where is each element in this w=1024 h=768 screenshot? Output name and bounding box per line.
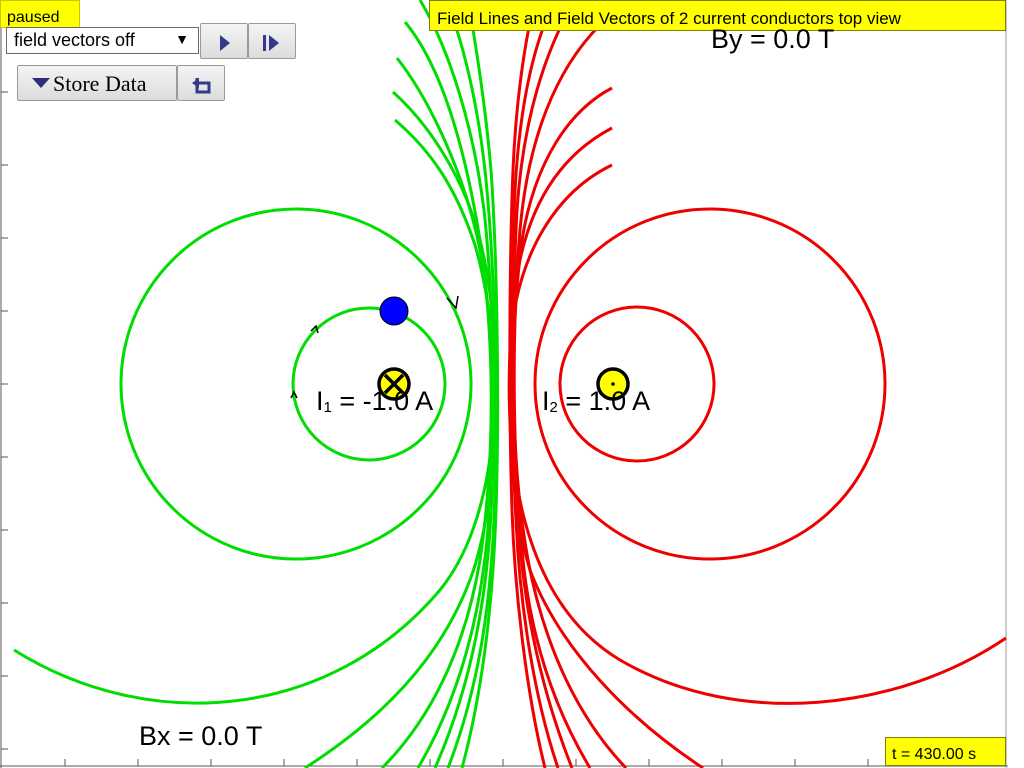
simulation-canvas[interactable] bbox=[0, 0, 1024, 768]
field-line-2a bbox=[558, 305, 716, 463]
field-line-1a bbox=[291, 306, 447, 462]
direction-arrows bbox=[290, 295, 459, 399]
field-lines-conductor-2 bbox=[507, 0, 1007, 768]
field-mode-select[interactable]: field vectors off ▼ bbox=[6, 27, 199, 54]
store-data-button[interactable]: Store Data bbox=[17, 65, 177, 101]
current-2-subscript: 2 bbox=[549, 399, 558, 416]
step-forward-button[interactable] bbox=[248, 23, 296, 59]
by-readout: By = 0.0 T bbox=[711, 24, 835, 54]
current-1-subscript: 1 bbox=[323, 399, 332, 416]
field-line-2b bbox=[533, 207, 887, 561]
undo-button[interactable] bbox=[177, 65, 225, 101]
field-line-2d bbox=[508, 126, 704, 768]
field-line-2c bbox=[507, 163, 1007, 705]
play-icon bbox=[220, 35, 230, 51]
current-1-label: I1 = -1.0 A bbox=[316, 386, 433, 417]
current-2-label: I2 = 1.0 A bbox=[542, 386, 650, 417]
field-lines-conductor-1 bbox=[13, 0, 500, 768]
field-mode-value: field vectors off bbox=[14, 30, 135, 50]
dropdown-arrow-icon: ▼ bbox=[175, 31, 189, 47]
caret-down-icon bbox=[32, 78, 50, 88]
current-1-value: = -1.0 A bbox=[331, 386, 434, 416]
field-line-1d bbox=[304, 90, 498, 768]
field-line-2e bbox=[512, 86, 628, 768]
store-data-label: Store Data bbox=[53, 71, 147, 96]
current-2-value: = 1.0 A bbox=[557, 386, 651, 416]
status-label: paused bbox=[0, 0, 80, 28]
play-button[interactable] bbox=[200, 23, 248, 59]
current-2-symbol: I bbox=[542, 386, 550, 416]
bx-readout: Bx = 0.0 T bbox=[139, 721, 263, 751]
current-1-symbol: I bbox=[316, 386, 324, 416]
step-forward-icon bbox=[263, 35, 279, 51]
undo-icon bbox=[192, 78, 211, 94]
time-readout: t = 430.00 s bbox=[885, 737, 1006, 766]
probe-marker[interactable] bbox=[379, 296, 409, 326]
field-line-1b bbox=[119, 207, 473, 561]
